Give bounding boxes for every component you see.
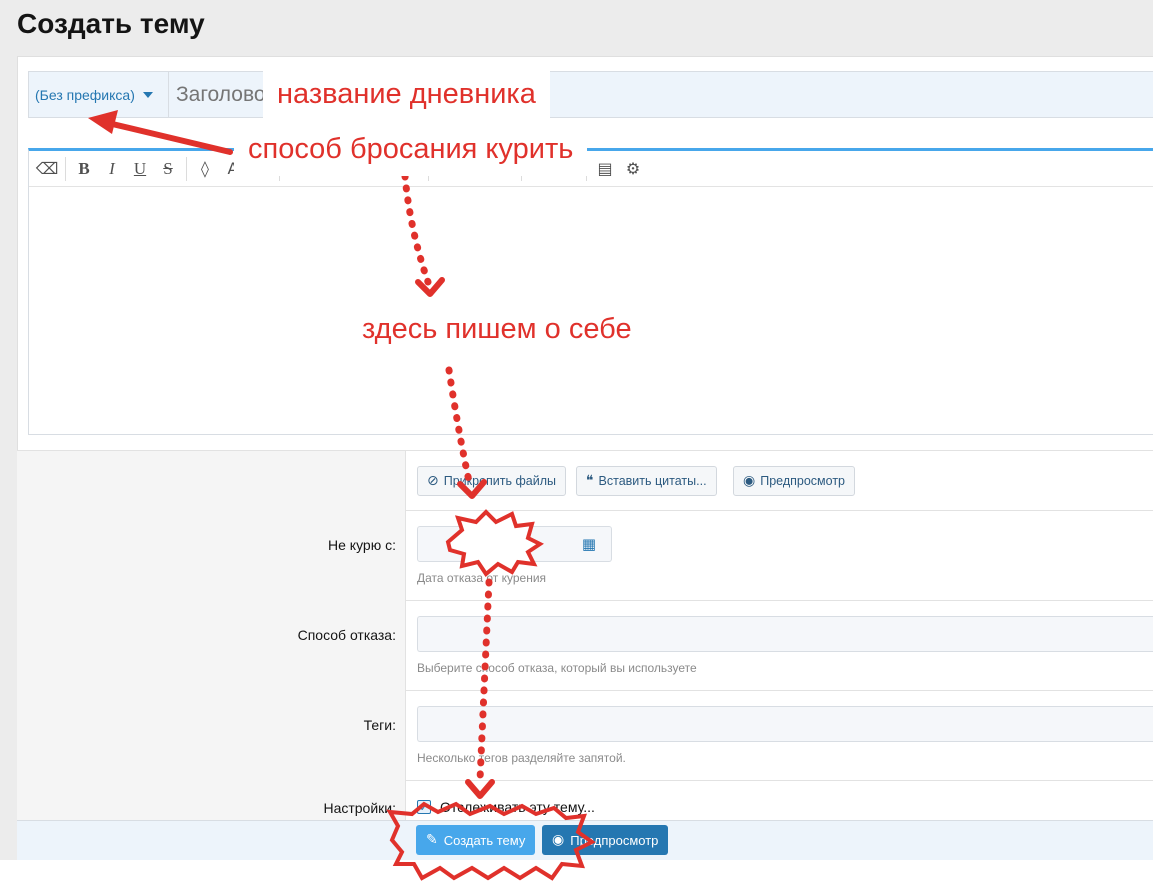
- prefix-label: (Без префикса): [35, 86, 135, 103]
- toolbar-divider: [186, 156, 187, 181]
- submit-preview-button[interactable]: ◉ Предпросмотр: [542, 825, 669, 855]
- chevron-down-icon: [142, 91, 153, 98]
- drafts-icon[interactable]: ▤: [591, 155, 619, 183]
- edit-icon: ✎: [426, 832, 438, 848]
- strikethrough-icon[interactable]: S: [154, 155, 182, 183]
- tags-hint: Несколько тегов разделяйте запятой.: [417, 751, 626, 765]
- prefix-select[interactable]: (Без префикса): [29, 72, 169, 117]
- quit-date-input[interactable]: [417, 526, 568, 562]
- create-thread-button[interactable]: ✎ Создать тему: [416, 825, 536, 855]
- eye-icon: ◉: [552, 832, 565, 848]
- preview-label: Предпросмотр: [760, 474, 845, 488]
- page-bottom: [0, 860, 1153, 882]
- attach-files-label: Прикрепить файлы: [443, 474, 556, 488]
- insert-quotes-label: Вставить цитаты...: [598, 474, 707, 488]
- calendar-icon[interactable]: ▦: [567, 526, 612, 562]
- page-title: Создать тему: [17, 8, 205, 39]
- watch-label: Отслеживать эту тему...: [440, 799, 595, 815]
- quote-icon: ❝: [586, 473, 594, 489]
- underline-icon[interactable]: U: [126, 155, 154, 183]
- color-drop-icon[interactable]: ◊: [191, 155, 219, 183]
- options-label: Настройки:: [323, 800, 396, 816]
- settings-icon[interactable]: ⚙: [619, 155, 647, 183]
- quit-method-label: Способ отказа:: [297, 627, 396, 643]
- annotation-about-self: здесь пишем о себе: [348, 303, 646, 356]
- watch-checkbox[interactable]: ✓: [417, 800, 431, 814]
- divider: [406, 510, 1153, 511]
- toolbar-divider: [65, 156, 66, 181]
- title-row: (Без префикса): [28, 71, 1153, 118]
- quit-method-select[interactable]: [417, 616, 1153, 652]
- insert-quotes-button[interactable]: ❝ Вставить цитаты...: [576, 466, 717, 496]
- create-thread-label: Создать тему: [443, 832, 526, 848]
- annotation-quit-method: способ бросания курить: [234, 123, 588, 176]
- eraser-icon[interactable]: ⌫: [33, 155, 61, 183]
- eye-icon: ◉: [743, 473, 756, 489]
- quit-method-hint: Выберите способ отказа, который вы испол…: [417, 661, 697, 675]
- attach-files-button[interactable]: ⊘ Прикрепить файлы: [417, 466, 566, 496]
- bold-icon[interactable]: B: [70, 155, 98, 183]
- submit-preview-label: Предпросмотр: [570, 832, 659, 848]
- quit-date-label: Не курю с:: [328, 537, 396, 553]
- preview-button[interactable]: ◉ Предпросмотр: [733, 466, 855, 496]
- italic-icon[interactable]: I: [98, 155, 126, 183]
- tags-label: Теги:: [363, 717, 396, 733]
- tags-input[interactable]: [417, 706, 1153, 742]
- divider: [406, 600, 1153, 601]
- annotation-diary-name: название дневника: [263, 68, 550, 121]
- divider: [406, 780, 1153, 781]
- quit-date-hint: Дата отказа от курения: [417, 571, 547, 585]
- paperclip-icon: ⊘: [427, 473, 439, 489]
- divider: [406, 690, 1153, 691]
- editor-toolbar: ⌫ B I U S ◊ A T ∞ ▣ ▶ ☺ ⋯ ≡ ☰ ⊞ ↶ ↷ ▤ ⚙: [29, 151, 1153, 187]
- message-editor: ⌫ B I U S ◊ A T ∞ ▣ ▶ ☺ ⋯ ≡ ☰ ⊞ ↶ ↷ ▤ ⚙: [28, 148, 1153, 435]
